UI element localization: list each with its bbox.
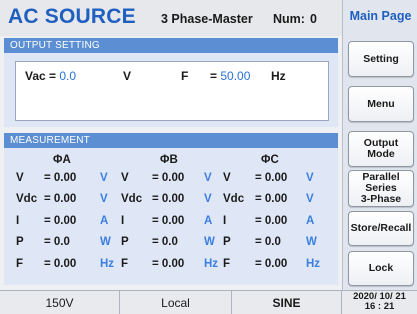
row-p-label-b: P (121, 236, 129, 248)
num-label: Num: (273, 12, 305, 26)
lock-button[interactable]: Lock (348, 251, 414, 286)
output-setting-header: OUTPUT SETTING (4, 38, 338, 53)
phase-c-p-value: = 0.0 (255, 236, 281, 248)
phase-b-i-value: = 0.00 (152, 215, 185, 227)
row-i-label: I (16, 215, 20, 227)
output-setting-field[interactable]: Vac = 0.0 V F = 50.00 Hz (15, 61, 329, 121)
phase-c-i-value: = 0.00 (255, 215, 288, 227)
phase-a-vdc-unit: V (100, 193, 108, 205)
setting-button[interactable]: Setting (348, 41, 414, 77)
header-bar: AC SOURCE 3 Phase-Master Num: 0 (0, 0, 342, 36)
phase-a-p-unit: W (100, 236, 111, 248)
phase-b-vdc-value: = 0.00 (152, 193, 185, 205)
phase-a-i-unit: A (100, 215, 109, 227)
output-mode-button[interactable]: Output Mode (348, 131, 414, 167)
freq-group: = 50.00 (210, 69, 250, 83)
row-i-label-b: I (121, 215, 125, 227)
phase-c-header: ΦC (261, 154, 279, 166)
datetime-display: 2020/ 10/ 21 16 : 21 (353, 291, 406, 312)
vac-group: Vac = 0.0 (25, 69, 76, 83)
freq-unit: Hz (271, 69, 286, 83)
phase-b-f-unit: Hz (204, 258, 219, 270)
row-f-label-b: F (121, 258, 129, 270)
row-v-label-c: V (223, 172, 231, 184)
phase-a-f-unit: Hz (100, 258, 115, 270)
store-recall-button[interactable]: Store/Recall (348, 211, 414, 246)
row-vdc-label-b: Vdc (121, 193, 143, 205)
freq-value[interactable]: 50.00 (220, 69, 250, 83)
side-menu: Main Page Setting Menu Output Mode Paral… (342, 0, 417, 290)
ac-source-screen: AC SOURCE 3 Phase-Master Num: 0 OUTPUT SE… (0, 0, 417, 314)
measurement-panel: ΦA ΦB ΦC V = 0.00 V V = 0.00 V V = 0.00 … (4, 148, 338, 285)
phase-b-header: ΦB (160, 154, 178, 166)
row-p-label: P (16, 236, 24, 248)
unit-number: Num: 0 (273, 12, 317, 26)
phase-c-i-unit: A (306, 215, 315, 227)
row-v-label: V (16, 172, 24, 184)
freq-eq: = (210, 69, 218, 83)
freq-label: F (181, 69, 189, 83)
vac-value[interactable]: 0.0 (59, 69, 76, 83)
phase-a-header: ΦA (53, 154, 71, 166)
phase-a-p-value: = 0.0 (44, 236, 70, 248)
phase-b-p-value: = 0.0 (152, 236, 178, 248)
page-title: Main Page (349, 9, 412, 23)
phase-mode-label: 3 Phase-Master (161, 12, 253, 26)
voltage-range-status: 150V (0, 291, 120, 314)
phase-c-p-unit: W (306, 236, 317, 248)
control-status: Local (120, 291, 232, 314)
phase-c-f-value: = 0.00 (255, 258, 288, 270)
phase-b-vdc-unit: V (204, 193, 212, 205)
phase-c-f-unit: Hz (306, 258, 321, 270)
row-f-label: F (16, 258, 24, 270)
output-setting-panel: Vac = 0.0 V F = 50.00 Hz (4, 53, 338, 127)
num-value: 0 (309, 12, 317, 26)
row-vdc-label: Vdc (16, 193, 38, 205)
phase-c-vdc-unit: V (306, 193, 314, 205)
parallel-series-3phase-button[interactable]: Parallel Series 3-Phase (348, 170, 414, 207)
status-bar: 150V Local SINE 2020/ 10/ 21 16 : 21 (0, 290, 417, 314)
row-v-label-b: V (121, 172, 129, 184)
row-p-label-c: P (223, 236, 231, 248)
phase-c-v-unit: V (306, 172, 314, 184)
phase-b-f-value: = 0.00 (152, 258, 185, 270)
phase-b-i-unit: A (204, 215, 213, 227)
phase-a-vdc-value: = 0.00 (44, 193, 77, 205)
row-i-label-c: I (223, 215, 227, 227)
phase-a-v-unit: V (100, 172, 108, 184)
phase-a-v-value: = 0.00 (44, 172, 77, 184)
vac-unit: V (123, 69, 132, 83)
phase-a-f-value: = 0.00 (44, 258, 77, 270)
phase-b-v-unit: V (204, 172, 212, 184)
row-vdc-label-c: Vdc (223, 193, 245, 205)
phase-c-v-value: = 0.00 (255, 172, 288, 184)
menu-button[interactable]: Menu (348, 86, 414, 122)
app-title: AC SOURCE (8, 5, 136, 28)
waveform-status: SINE (232, 291, 342, 314)
phase-c-vdc-value: = 0.00 (255, 193, 288, 205)
phase-a-i-value: = 0.00 (44, 215, 77, 227)
vac-label: Vac = (25, 69, 57, 83)
phase-b-v-value: = 0.00 (152, 172, 185, 184)
phase-b-p-unit: W (204, 236, 215, 248)
row-f-label-c: F (223, 258, 231, 270)
measurement-header: MEASUREMENT (4, 133, 338, 148)
